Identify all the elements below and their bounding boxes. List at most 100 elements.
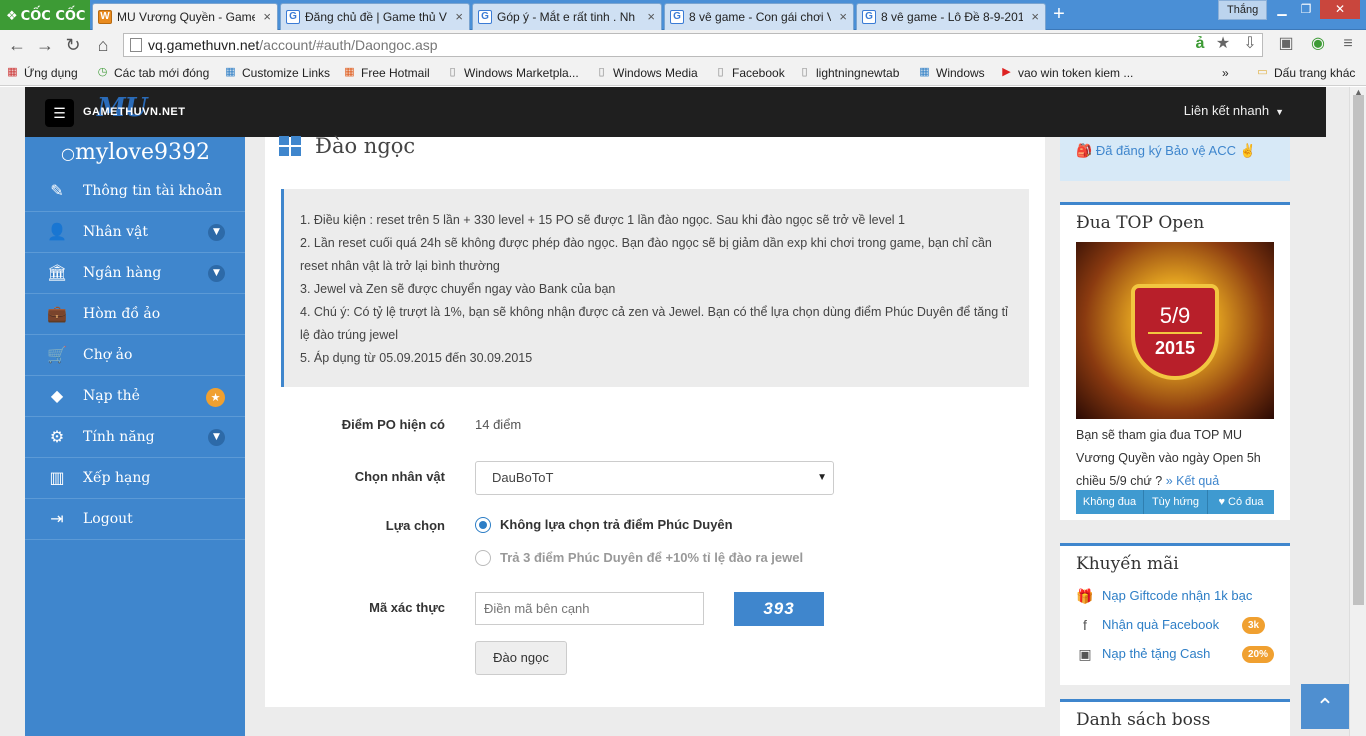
bookmark-windows-media[interactable]: ▯ Windows Media: [595, 64, 697, 82]
main-panel: Đào ngọc 1. Điều kiện : reset trên 5 lần…: [265, 134, 1045, 707]
promo-box: Khuyến mãi 🎁 Nạp Giftcode nhận 1k bạc f Nh…: [1060, 543, 1290, 685]
captcha-input[interactable]: [475, 592, 704, 625]
restore-icon[interactable]: ❐: [1294, 0, 1318, 19]
menu-icon[interactable]: ≡: [1338, 34, 1358, 54]
radio-unchecked[interactable]: [475, 550, 491, 566]
bookmark-marketplace[interactable]: ▯ Windows Marketpla...: [446, 64, 578, 82]
bookmark-customize-links[interactable]: ▦ Customize Links: [224, 64, 330, 82]
folder-icon: ▭: [1257, 66, 1268, 78]
option-pay-phuc-duyen[interactable]: Trả 3 điểm Phúc Duyên để +10% tỉ lệ đào …: [475, 549, 803, 569]
new-tab-button[interactable]: +: [1048, 4, 1070, 26]
cart-icon: 🛒: [47, 345, 67, 364]
promo-giftcode[interactable]: 🎁 Nạp Giftcode nhận 1k bạc: [1076, 586, 1252, 606]
coccoc-logo-icon: ❖: [6, 9, 18, 24]
bookmark-folder-other[interactable]: ▭ Dấu trang khác: [1256, 64, 1355, 82]
home-icon[interactable]: ⌂: [92, 34, 114, 56]
g-favicon-icon: G: [670, 10, 684, 24]
history-icon: ◷: [97, 66, 108, 78]
close-icon[interactable]: ×: [839, 4, 847, 30]
backpack-icon: 🎒: [1076, 143, 1093, 158]
reload-icon[interactable]: ↻: [62, 34, 84, 56]
promo-title: Khuyến mãi: [1076, 554, 1179, 574]
join-race-button[interactable]: ♥ Có đua: [1208, 490, 1274, 514]
promo-cash[interactable]: ▣ Nạp thẻ tặng Cash 20%: [1076, 644, 1275, 664]
rule-line: 2. Lần reset cuối quá 24h sẽ không được …: [300, 236, 992, 273]
chevron-down-icon: ▼: [208, 429, 225, 446]
boss-title: Danh sách boss: [1076, 710, 1211, 730]
gears-icon: ⚙: [49, 427, 65, 446]
translate-icon[interactable]: ả: [1190, 34, 1210, 54]
sidebar-item-virtual-chest[interactable]: 💼 Hòm đồ ảo: [25, 294, 245, 335]
extension-icon[interactable]: ▣: [1276, 34, 1296, 54]
page-viewport: ☰ MU GAMETHUVN.NET Liên kết nhanh ▼ ○mylo…: [0, 87, 1349, 736]
top-race-title: Đua TOP Open: [1076, 213, 1205, 233]
browser-tab-4[interactable]: G 8 vê game - Con gái chơi V ×: [664, 3, 854, 30]
character-select[interactable]: DauBoToT ▼: [475, 461, 834, 495]
forward-icon[interactable]: →: [34, 34, 56, 56]
maybe-button[interactable]: Tùy hứng: [1144, 490, 1208, 514]
sidebar-item-logout[interactable]: ⇥ Logout: [25, 499, 245, 540]
sidebar-item-market[interactable]: 🛒 Chợ ảo: [25, 335, 245, 376]
extension-g-icon[interactable]: ◉: [1308, 34, 1328, 54]
sidebar-username: ○mylove9392: [61, 140, 210, 165]
chevron-up-icon: ⌃: [1315, 694, 1335, 719]
close-icon[interactable]: ×: [455, 4, 463, 30]
browser-tab-2[interactable]: G Đăng chủ đề | Game thủ V ×: [280, 3, 470, 30]
download-icon[interactable]: ⇩: [1240, 34, 1260, 54]
top-race-desc: Bạn sẽ tham gia đua TOP MU Vương Quyền v…: [1076, 428, 1261, 488]
radio-checked[interactable]: [475, 517, 491, 533]
browser-tab-mu[interactable]: W MU Vương Quyền - Game ×: [92, 3, 278, 30]
logout-icon: ⇥: [50, 509, 64, 528]
sidebar-item-topup[interactable]: ◆ Nạp thẻ ★: [25, 376, 245, 417]
windows-icon: ▦: [344, 66, 355, 78]
protect-status: 🎒 Đã đăng ký Bảo vệ ACC ✌: [1060, 137, 1290, 181]
bookmark-windows[interactable]: ▦ Windows: [918, 64, 984, 82]
g-favicon-icon: G: [286, 10, 300, 24]
hamburger-menu-icon[interactable]: ☰: [45, 99, 74, 127]
star-badge-icon: ★: [206, 388, 225, 407]
bookmarks-more[interactable]: »: [1222, 64, 1229, 82]
sidebar-item-features[interactable]: ⚙ Tính năng ▼: [25, 417, 245, 458]
close-icon[interactable]: ×: [647, 4, 655, 30]
promo-facebook[interactable]: f Nhận quà Facebook 3k: [1076, 615, 1266, 635]
bookmark-apps[interactable]: ▦ Ứng dụng: [6, 64, 77, 82]
facebook-icon: f: [1083, 617, 1087, 633]
dao-ngoc-button[interactable]: Đào ngọc: [475, 641, 567, 675]
close-icon[interactable]: ×: [1031, 4, 1039, 30]
sidebar-item-ranking[interactable]: ▥ Xếp hạng: [25, 458, 245, 499]
bookmark-hotmail[interactable]: ▦ Free Hotmail: [343, 64, 429, 82]
browser-tab-5[interactable]: G 8 vê game - Lô Đề 8-9-201 ×: [856, 3, 1046, 30]
url-input[interactable]: vq.gamethuvn.net/account/#auth/Daongoc.a…: [123, 33, 1263, 57]
youtube-icon: ▶: [1002, 66, 1011, 78]
bookmark-facebook[interactable]: ▯ Facebook: [714, 64, 784, 82]
scrollbar-thumb[interactable]: [1353, 95, 1364, 605]
no-race-button[interactable]: Không đua: [1076, 490, 1144, 514]
star-icon[interactable]: ★: [1213, 34, 1233, 54]
option-no-phuc-duyen[interactable]: Không lựa chọn trả điểm Phúc Duyên: [475, 516, 733, 536]
page-scrollbar[interactable]: ▲: [1349, 87, 1366, 736]
scroll-top-button[interactable]: ⌃: [1301, 684, 1349, 729]
rule-line: 4. Chú ý: Có tỷ lệ trượt là 1%, bạn sẽ k…: [300, 305, 1008, 342]
coccoc-brand[interactable]: ❖ CỐC CỐC: [0, 0, 90, 30]
browser-tab-3[interactable]: G Góp ý - Mắt e rất tinh . Nh ×: [472, 3, 662, 30]
sidebar-item-bank[interactable]: 🏛 Ngân hàng ▼: [25, 253, 245, 294]
profile-user[interactable]: Thắng: [1218, 0, 1268, 20]
user-icon: 👤: [47, 222, 67, 241]
site-navbar: ☰ MU GAMETHUVN.NET Liên kết nhanh ▼: [25, 87, 1326, 137]
minimize-icon[interactable]: ▁: [1270, 0, 1294, 19]
bookmark-vao-win[interactable]: ▶ vao win token kiem ...: [1000, 64, 1133, 82]
bookmark-lightningnewtab[interactable]: ▯ lightningnewtab: [798, 64, 899, 82]
g-favicon-icon: G: [862, 10, 876, 24]
bookmark-recent-tabs[interactable]: ◷ Các tab mới đóng: [96, 64, 210, 82]
window-close-icon[interactable]: ✕: [1320, 0, 1360, 19]
bar-chart-icon: ▥: [49, 468, 65, 487]
top-race-box: Đua TOP Open 5/9 2015 Bạn sẽ tham gia đu…: [1060, 202, 1290, 520]
close-icon[interactable]: ×: [263, 4, 271, 30]
quick-links-dropdown[interactable]: Liên kết nhanh ▼: [1184, 103, 1284, 118]
sidebar-item-characters[interactable]: 👤 Nhân vật ▼: [25, 212, 245, 253]
results-link[interactable]: » Kết quả: [1166, 474, 1220, 488]
sidebar-item-account-info[interactable]: ✎ Thông tin tài khoản: [25, 171, 245, 212]
back-icon[interactable]: ←: [6, 34, 28, 56]
briefcase-icon: 💼: [47, 304, 67, 323]
page-icon: ▯: [598, 66, 605, 78]
